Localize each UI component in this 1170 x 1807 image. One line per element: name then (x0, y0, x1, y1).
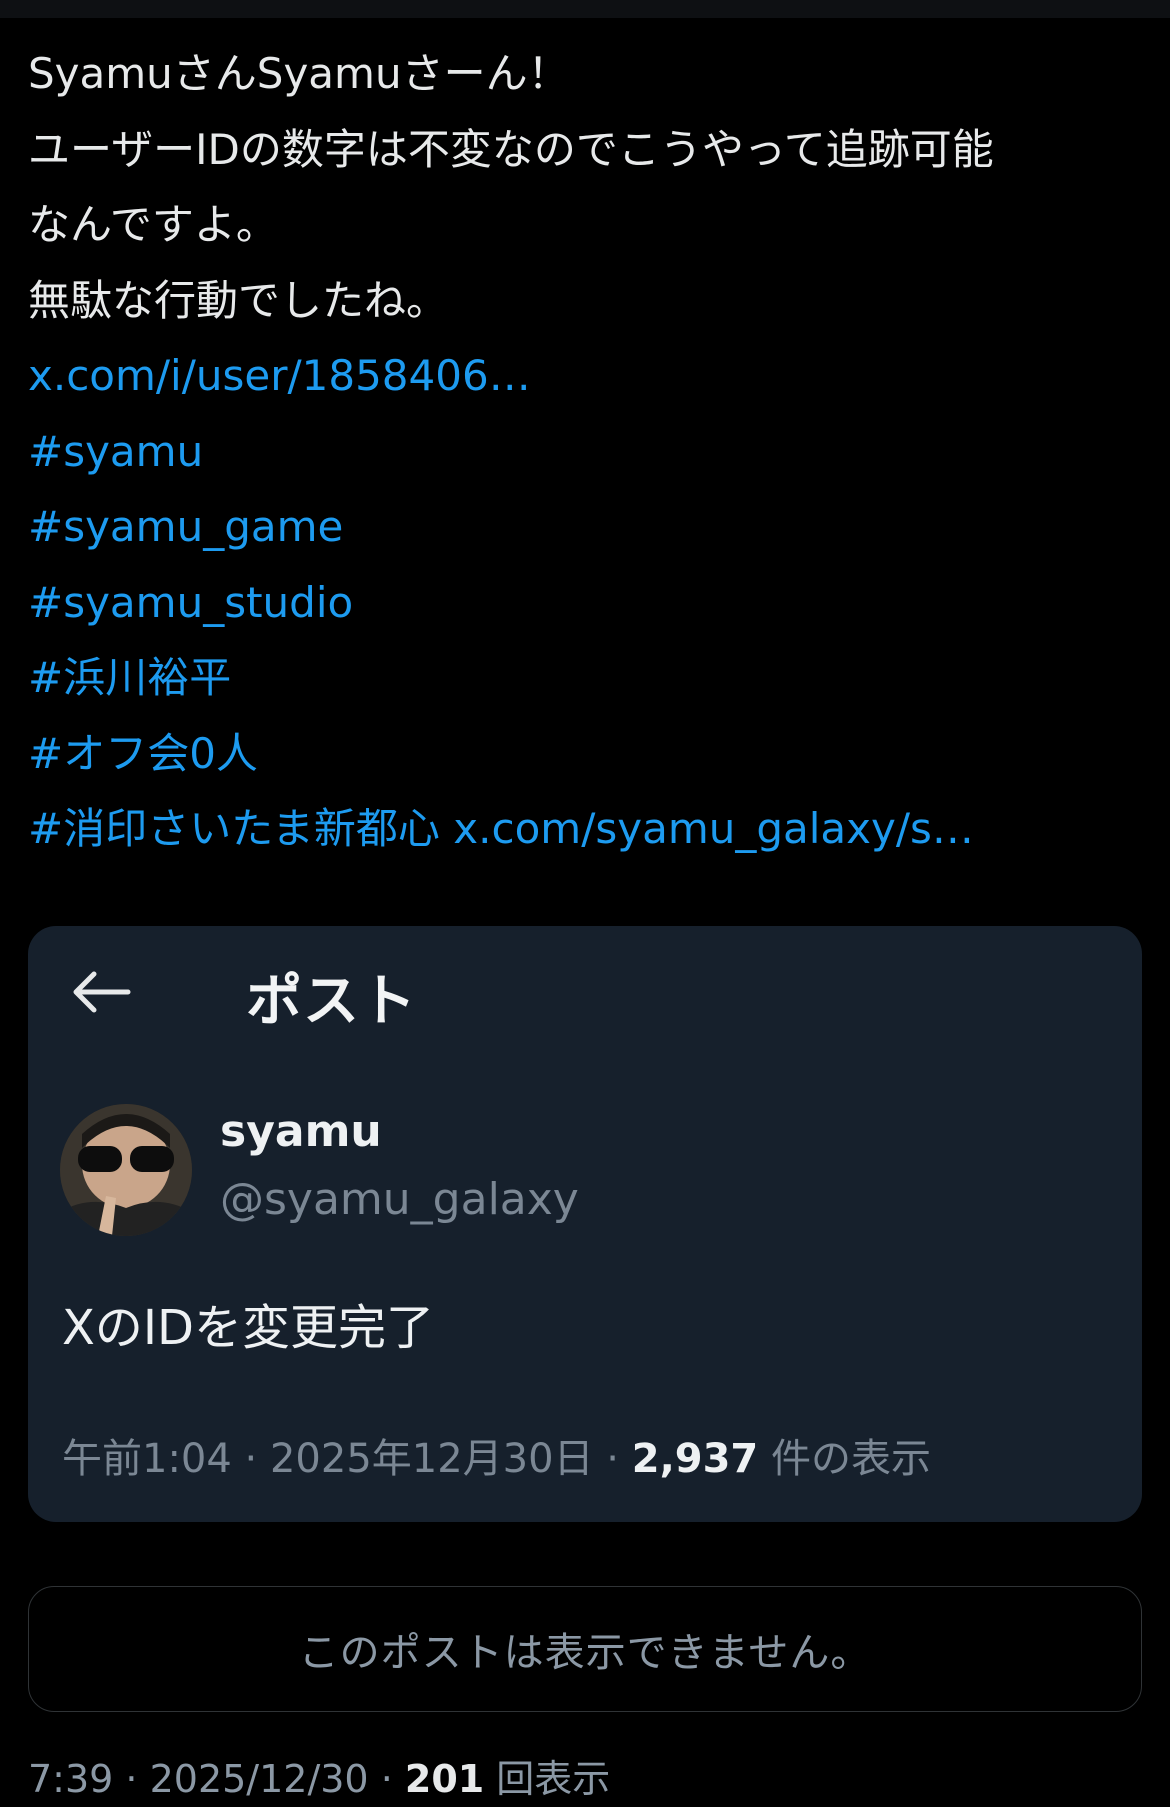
hashtag-syamu[interactable]: #syamu (28, 414, 1148, 490)
top-band (0, 0, 1170, 18)
left-arrow-icon[interactable] (66, 966, 136, 1018)
display-name[interactable]: syamu (220, 1106, 382, 1157)
tweet-line: なんですよ。 (28, 200, 278, 249)
quoted-post-meta: 午前1:04 · 2025年12月30日 · 2,937 件の表示 (62, 1426, 931, 1484)
post-views-suffix: 回表示 (484, 1757, 611, 1801)
avatar[interactable] (60, 1104, 192, 1236)
post-date: 2025/12/30 (149, 1757, 369, 1801)
quote-header-title: ポスト (246, 969, 417, 1034)
quoted-post-date: 2025年12月30日 (269, 1436, 594, 1482)
tweet-line: ユーザーIDの数字は不変なのでこうやって追跡可能 (28, 124, 994, 174)
hashtag-syamu-game[interactable]: #syamu_game (28, 489, 1148, 565)
tweet-last-line: #消印さいたま新都心 x.com/syamu_galaxy/s… (28, 791, 1148, 867)
post-views[interactable]: 201 (405, 1757, 484, 1801)
tweet-text: SyamuさんSyamuさーん！ ユーザーIDの数字は不変なのでこうやって追跡可… (28, 36, 1148, 867)
quoted-post-time: 午前1:04 (62, 1436, 232, 1482)
hashtag-hamakawa[interactable]: #浜川裕平 (28, 640, 1148, 716)
separator: · (593, 1436, 632, 1482)
user-link[interactable]: x.com/i/user/1858406… (28, 338, 1148, 414)
quoted-post-views: 2,937 (631, 1436, 759, 1482)
post-meta: 7:39 · 2025/12/30 · 201 回表示 (28, 1748, 610, 1803)
tweet-line: 無駄な行動でしたね。 (28, 275, 449, 325)
quoted-post-body: XのIDを変更完了 (62, 1300, 435, 1356)
quoted-post-views-suffix: 件の表示 (758, 1436, 931, 1482)
hashtag-saitama[interactable]: #消印さいたま新都心 (28, 804, 440, 853)
separator: · (368, 1757, 405, 1801)
hashtag-offkai[interactable]: #オフ会0人 (28, 716, 1148, 792)
unavailable-post-notice: このポストは表示できません。 (28, 1586, 1142, 1712)
tweet-line: SyamuさんSyamuさーん！ (28, 49, 570, 98)
user-handle[interactable]: @syamu_galaxy (220, 1174, 579, 1225)
hashtag-syamu-studio[interactable]: #syamu_studio (28, 565, 1148, 641)
quoted-post-card[interactable]: ポスト syamu @syamu_galaxy XのIDを変更完了 午前1:04… (28, 926, 1142, 1522)
post-time: 7:39 (28, 1757, 114, 1801)
post-url-link[interactable]: x.com/syamu_galaxy/s… (453, 804, 974, 853)
separator: · (113, 1757, 150, 1801)
separator: · (231, 1436, 270, 1482)
avatar-image (60, 1104, 192, 1236)
